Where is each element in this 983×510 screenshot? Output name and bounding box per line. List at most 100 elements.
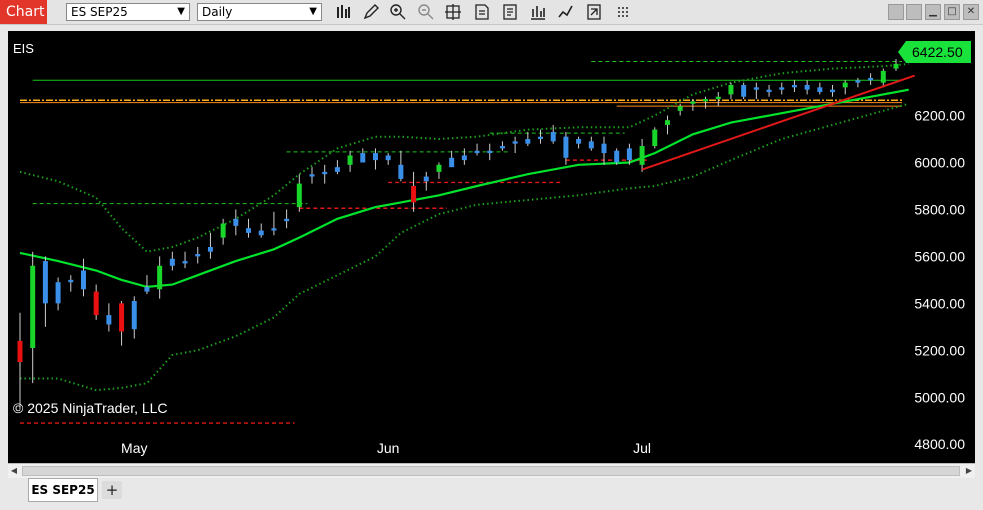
candle [474,143,480,156]
strategies-icon[interactable] [501,3,519,21]
candle [398,150,404,182]
close-button[interactable]: ✕ [963,4,979,20]
candle-body [220,223,226,238]
candle [182,251,188,269]
crosshair-icon[interactable] [444,3,462,21]
candle-body [499,146,505,149]
horizontal-scrollbar[interactable]: ◀ ▶ [8,463,975,478]
zoom-in-icon[interactable] [389,3,407,21]
x-tick-label: May [121,440,147,456]
candle-body [309,174,315,177]
interval-select[interactable]: Daily ▼ [197,3,322,21]
candles [17,59,899,409]
candle-body [322,171,328,175]
y-axis: 6200.00 6000.00 5800.00 5600.00 5400.00 5200.… [914,108,965,453]
candle [830,85,836,97]
properties-icon[interactable] [473,3,491,21]
candle-body [233,218,239,226]
scroll-right-icon[interactable]: ▶ [963,464,975,478]
last-price-tag: 6422.50 [898,41,971,63]
instrument-select[interactable]: ES SEP25 ▼ [66,3,190,21]
candle-body [284,218,290,222]
candle [461,148,467,165]
candle [804,80,810,95]
bar-style-icon[interactable] [334,3,352,21]
candle-body [474,150,480,154]
add-tab-button[interactable]: + [102,481,122,499]
moving-average [19,88,909,289]
pin-button[interactable] [888,4,904,20]
candle [144,275,150,294]
x-tick-label: Jul [633,440,651,456]
candle-body [372,153,378,161]
candle [80,258,86,297]
candle [296,174,302,212]
candle [753,82,759,100]
toolbar: Chart ES SEP25 ▼ Daily ▼ ▁ □ ✕ [0,0,983,25]
candle [106,303,112,332]
y-tick-label: 4800.00 [914,436,965,452]
share-icon[interactable] [585,3,603,21]
candle-body [842,82,848,88]
minimize-button[interactable]: ▁ [925,4,941,20]
tab-es-sep25[interactable]: ES SEP25 [28,478,98,502]
candle [195,247,201,264]
zoom-out-icon[interactable] [417,3,435,21]
candle-body [93,291,99,316]
candle [207,232,213,259]
x-tick-label: Jun [377,440,400,456]
instrument-value: ES SEP25 [71,5,128,19]
candle-body [677,106,683,111]
indicators-icon[interactable] [529,3,547,21]
candle-body [131,301,137,330]
candle-body [525,139,531,144]
draw-pencil-icon[interactable] [362,3,380,21]
candle-body [119,303,125,332]
candle [93,284,99,320]
candle-body [436,164,442,172]
candle-body [157,265,163,290]
candle-body [804,85,810,90]
candle [42,256,48,327]
candle-body [664,120,670,125]
scroll-left-icon[interactable]: ◀ [8,464,20,478]
candle [220,218,226,245]
candle-body [144,286,150,292]
more-icon[interactable] [614,3,632,21]
y-tick-label: 5400.00 [914,295,965,311]
candle [169,251,175,271]
y-tick-label: 5000.00 [914,389,965,405]
candle [449,150,455,168]
snap-button[interactable] [906,4,922,20]
candle [664,115,670,135]
candle [677,103,683,116]
candle-body [398,164,404,179]
candle [322,164,328,184]
maximize-button[interactable]: □ [944,4,960,20]
chart-title-tab[interactable]: Chart [0,0,47,24]
price-chart[interactable]: 6200.00 6000.00 5800.00 5600.00 5400.00 5200.… [8,31,975,463]
candle-body [411,185,417,203]
y-tick-label: 6200.00 [914,108,965,124]
candle-body [169,258,175,266]
templates-icon[interactable] [557,3,575,21]
candle [30,251,36,384]
candle [360,148,366,163]
candle-body [614,150,620,163]
candle [271,211,277,236]
candle [614,148,620,165]
candle-body [576,139,582,144]
candle-body [538,136,544,139]
candle-body [779,87,785,90]
scroll-thumb[interactable] [22,466,960,476]
x-axis: May Jun Jul [121,440,651,456]
y-tick-label: 5600.00 [914,248,965,264]
candle [131,296,137,339]
chevron-down-icon: ▼ [177,6,185,17]
candle [68,275,74,292]
candle [525,131,531,147]
chart-panel[interactable]: 6200.00 6000.00 5800.00 5600.00 5400.00 5200.… [8,31,975,463]
candle-body [246,228,252,233]
trend-line [641,74,916,171]
candle [55,277,61,311]
